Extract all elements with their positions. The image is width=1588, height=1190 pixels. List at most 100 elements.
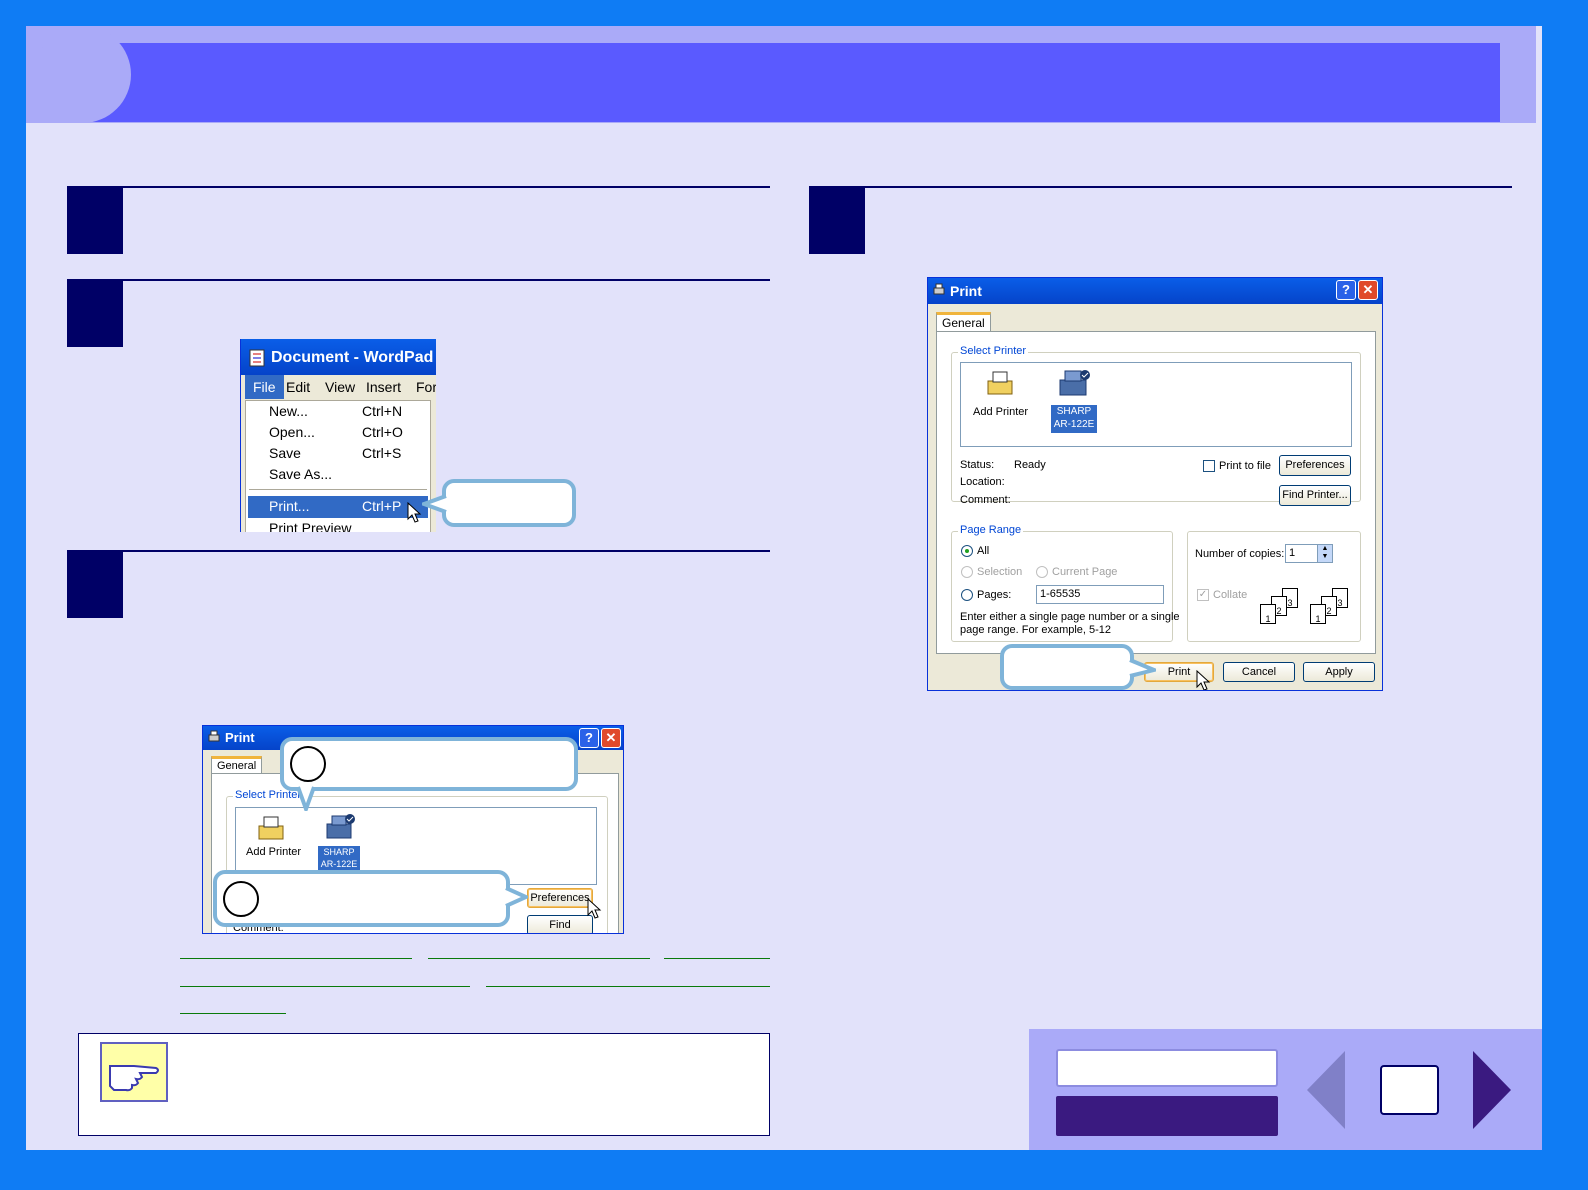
reference-link[interactable]: [180, 986, 470, 987]
menu-item-print-preview[interactable]: Print Preview: [246, 518, 430, 532]
sharp-printer-label[interactable]: SHARP AR-122E: [1051, 405, 1097, 433]
tab-general[interactable]: General: [936, 312, 991, 331]
collate-label: Collate: [1213, 589, 1248, 601]
sharp-printer-icon[interactable]: [1057, 367, 1091, 401]
menu-separator: [249, 489, 427, 490]
mouse-cursor-icon: [407, 502, 422, 523]
help-button[interactable]: ?: [1336, 280, 1356, 300]
add-printer-icon[interactable]: [985, 369, 1015, 399]
file-menu-dropdown: New... Ctrl+N Open... Ctrl+O Save Ctrl+S Sa…: [245, 400, 431, 532]
tab-general[interactable]: General: [211, 756, 263, 773]
page-number-box: [1380, 1065, 1439, 1115]
menu-insert[interactable]: Insert: [366, 375, 401, 399]
step3-divider: [67, 550, 770, 552]
select-printer-callout: [280, 737, 578, 791]
small-preferences-button[interactable]: Preferences: [527, 888, 593, 908]
preferences-callout-pointer: [505, 886, 528, 908]
reference-link[interactable]: [428, 958, 650, 959]
sharp-printer-name-line1: SHARP: [1056, 406, 1092, 417]
step4-number-box: [809, 188, 865, 254]
radio-current-page[interactable]: [1036, 566, 1048, 578]
step1-number-box: [67, 188, 123, 254]
radio-selection[interactable]: [961, 566, 973, 578]
callout-number-circle: [290, 746, 326, 782]
reference-link[interactable]: [664, 958, 770, 959]
reference-link[interactable]: [180, 1013, 286, 1014]
menu-item-open[interactable]: Open... Ctrl+O: [246, 422, 430, 444]
status-label: Status:: [960, 459, 995, 471]
large-print-dialog: Print ? ✕ Select Printer Add Printer SHA…: [927, 277, 1383, 691]
menu-item-save-as[interactable]: Save As...: [246, 464, 430, 486]
copies-spinner[interactable]: ▲ ▼: [1317, 545, 1332, 562]
wordpad-titlebar: Document - WordPad: [241, 339, 436, 375]
menu-item-save[interactable]: Save Ctrl+S: [246, 443, 430, 465]
print-menu-callout: [442, 479, 576, 527]
large-print-general-pane: Select Printer Add Printer SHARP AR-122E …: [936, 312, 1376, 654]
collate-checkbox[interactable]: ✓: [1197, 589, 1209, 601]
mouse-cursor-icon: [1196, 670, 1211, 690]
small-find-printer-button[interactable]: Find Printer...: [527, 915, 593, 933]
menu-view[interactable]: View: [325, 375, 355, 399]
select-printer-callout-pointer: [296, 786, 316, 811]
large-select-printer-group: Select Printer Add Printer SHARP AR-122E …: [951, 345, 1361, 506]
radio-selection-label: Selection: [977, 566, 1023, 578]
preferences-callout: [213, 870, 510, 927]
note-box: [78, 1033, 770, 1136]
preferences-button[interactable]: Preferences: [1279, 455, 1351, 476]
radio-pages[interactable]: [961, 589, 973, 601]
add-printer-icon[interactable]: [256, 814, 286, 844]
reference-link[interactable]: [180, 958, 412, 959]
menu-format[interactable]: For: [416, 375, 436, 399]
menu-item-new[interactable]: New... Ctrl+N: [246, 401, 430, 423]
menu-item-print-preview-label: Print Preview: [269, 520, 352, 532]
wordpad-doc-icon: [249, 349, 265, 367]
callout-number-circle: [223, 881, 259, 917]
collate-icon: 3 2 1: [1310, 588, 1360, 626]
menu-item-new-shortcut: Ctrl+N: [362, 403, 403, 419]
sharp-printer-icon[interactable]: [324, 812, 356, 844]
menu-item-print-label: Print...: [269, 498, 310, 514]
close-button[interactable]: ✕: [1358, 280, 1378, 300]
cancel-button[interactable]: Cancel: [1223, 662, 1295, 682]
radio-all-label: All: [977, 545, 990, 557]
collate-icon: 3 2 1: [1260, 588, 1310, 626]
menu-item-print[interactable]: Print... Ctrl+P: [248, 496, 428, 518]
print-menu-callout-pointer: [422, 494, 447, 514]
radio-pages-label: Pages:: [977, 589, 1012, 601]
add-printer-label[interactable]: Add Printer: [246, 846, 301, 858]
large-printer-list[interactable]: Add Printer SHARP AR-122E: [960, 362, 1352, 447]
help-button[interactable]: ?: [579, 728, 599, 748]
step3-number-box: [67, 552, 123, 618]
wordpad-screenshot: Document - WordPad File Edit View Insert…: [240, 339, 436, 532]
reference-link[interactable]: [486, 986, 770, 987]
next-page-arrow-icon[interactable]: [1471, 1049, 1513, 1131]
title-banner-circle: [34, 26, 131, 123]
previous-page-arrow-icon[interactable]: [1305, 1049, 1347, 1131]
copies-label: Number of copies:: [1195, 548, 1285, 560]
contents-button[interactable]: [1056, 1049, 1278, 1087]
menu-item-open-label: Open...: [269, 424, 315, 440]
step1-divider: [67, 186, 770, 188]
sharp-printer-label[interactable]: SHARP AR-122E: [318, 846, 360, 872]
menu-item-save-as-label: Save As...: [269, 466, 333, 482]
apply-button[interactable]: Apply: [1303, 662, 1375, 682]
comment-label: Comment:: [960, 494, 1011, 506]
wordpad-menubar: File Edit View Insert For: [241, 375, 436, 399]
title-banner: [80, 43, 1500, 122]
index-button[interactable]: [1056, 1096, 1278, 1136]
find-printer-button[interactable]: Find Printer...: [1279, 485, 1351, 506]
print-to-file-checkbox[interactable]: [1203, 460, 1215, 472]
print-button-callout: [1000, 644, 1134, 690]
print-button-callout-pointer: [1129, 658, 1156, 678]
radio-current-page-label: Current Page: [1052, 566, 1118, 578]
pages-input[interactable]: 1-65535: [1036, 585, 1164, 604]
menu-edit[interactable]: Edit: [286, 375, 310, 399]
step4-divider: [809, 186, 1512, 188]
printer-title-icon: [208, 730, 220, 742]
large-print-title: Print: [950, 283, 982, 299]
menu-file[interactable]: File: [245, 375, 284, 399]
radio-all[interactable]: [961, 545, 973, 557]
add-printer-label[interactable]: Add Printer: [973, 406, 1028, 418]
close-button[interactable]: ✕: [601, 728, 621, 748]
pointing-hand-icon: [100, 1042, 168, 1102]
